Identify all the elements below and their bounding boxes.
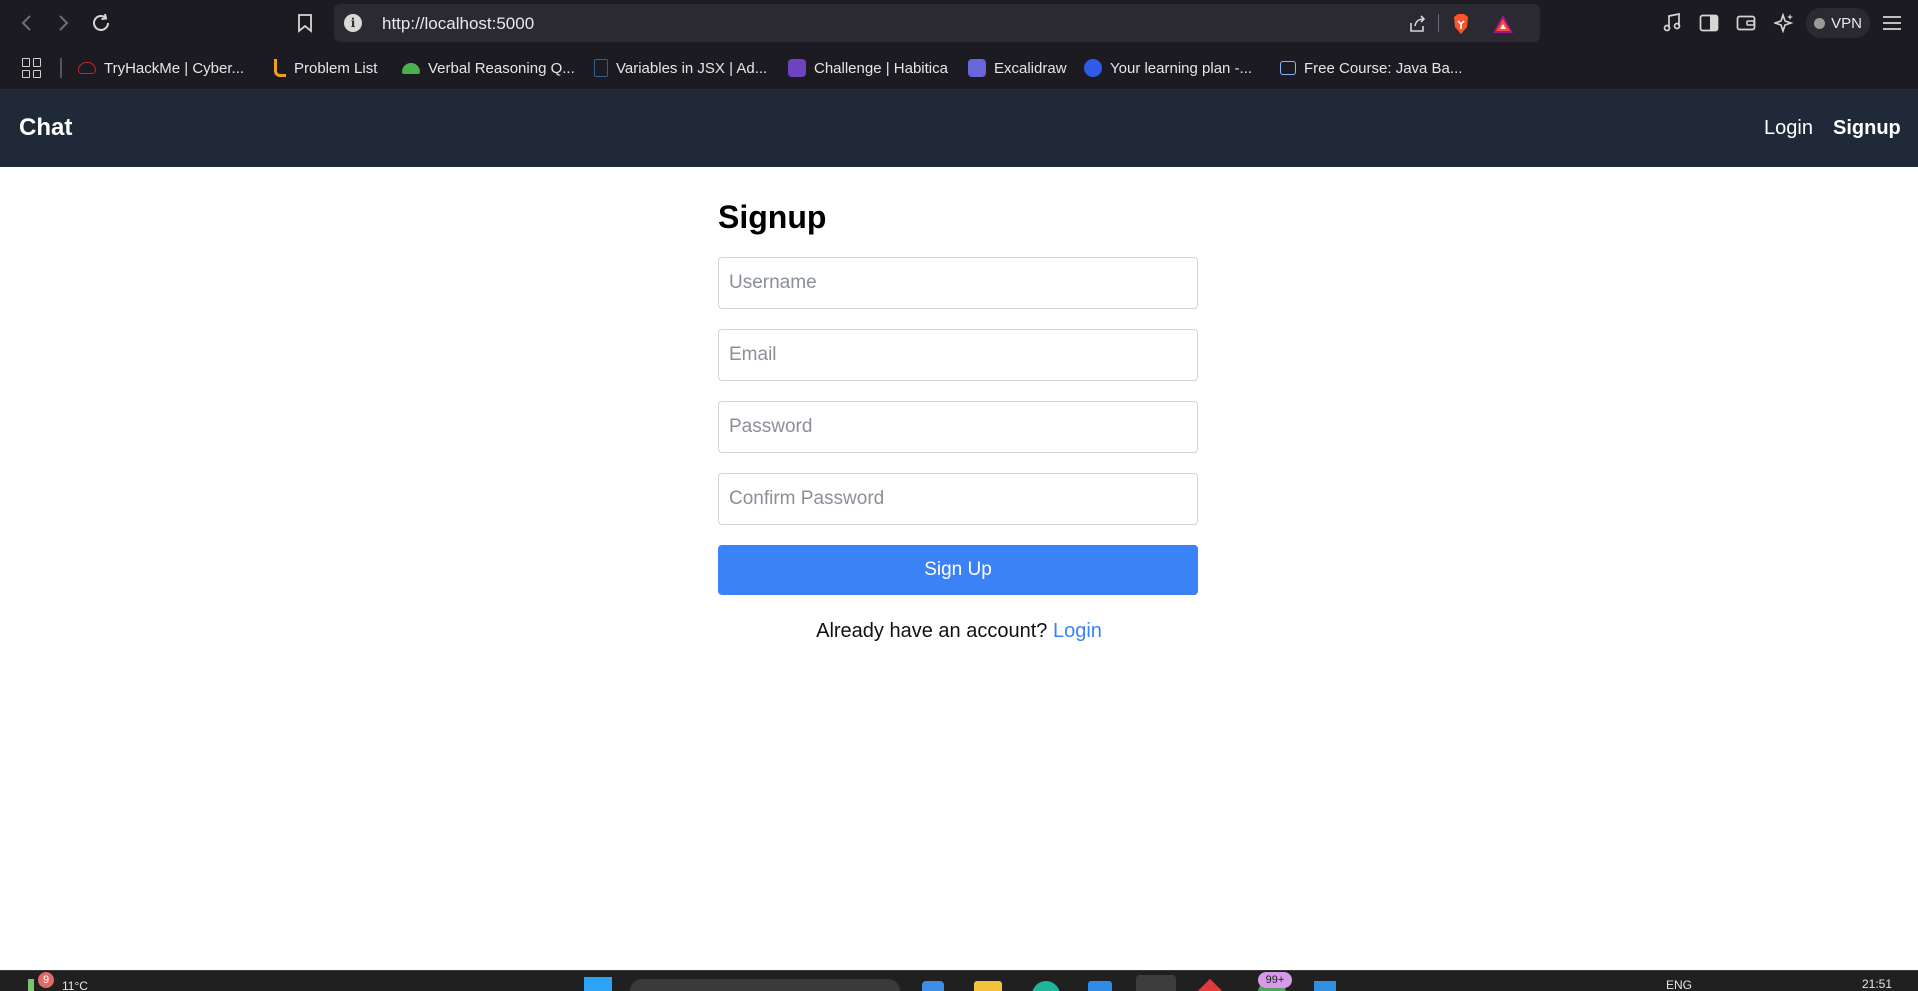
language-indicator[interactable]: ENG <box>1666 978 1692 991</box>
vscode-icon[interactable] <box>1314 981 1336 991</box>
weather-badge: 9 <box>38 972 54 988</box>
leo-ai-icon[interactable] <box>1772 11 1796 35</box>
edge-icon[interactable] <box>1032 981 1060 991</box>
email-field[interactable] <box>718 329 1198 381</box>
bookmark-item[interactable]: Problem List <box>274 57 377 79</box>
address-bar-divider <box>1438 14 1439 32</box>
reload-icon[interactable] <box>88 10 114 36</box>
bookmark-item[interactable]: Variables in JSX | Ad... <box>594 57 767 79</box>
music-icon[interactable] <box>1660 11 1684 35</box>
login-link[interactable]: Login <box>1053 620 1102 642</box>
login-prompt: Already have an account? Login <box>718 620 1200 643</box>
brave-rewards-icon[interactable] <box>1492 13 1514 35</box>
brave-taskbar-icon[interactable] <box>1136 975 1176 991</box>
share-icon[interactable] <box>1406 13 1428 35</box>
confirm-password-field[interactable] <box>718 473 1198 525</box>
signup-form: Signup Sign Up Already have an account? … <box>718 196 1200 643</box>
excalidraw-icon <box>968 59 986 77</box>
browser-toolbar: i http://localhost:5000 VPN <box>0 0 1918 46</box>
taskbar: 9 11°C 99+ ENG 21:51 <box>0 970 1918 991</box>
forward-icon[interactable] <box>50 10 76 36</box>
bookmark-item[interactable]: Excalidraw <box>968 57 1067 79</box>
cloud-icon <box>78 62 96 74</box>
vpn-status-icon <box>1814 17 1826 29</box>
signup-button[interactable]: Sign Up <box>718 545 1198 595</box>
login-prompt-text: Already have an account? <box>816 620 1048 642</box>
bookmark-item[interactable]: Your learning plan -... <box>1084 57 1252 79</box>
bookmark-icon[interactable] <box>292 10 318 36</box>
leetcode-icon <box>274 59 286 77</box>
sidebar-icon[interactable] <box>1697 11 1721 35</box>
nav-signup-link[interactable]: Signup <box>1833 117 1901 140</box>
site-info-icon[interactable]: i <box>344 14 362 32</box>
bookmarks-bar: TryHackMe | Cyber... Problem List Verbal… <box>0 46 1918 90</box>
app-navbar: Chat Login Signup <box>0 90 1918 167</box>
nav-login-link[interactable]: Login <box>1764 117 1813 140</box>
temperature-text[interactable]: 11°C <box>62 979 88 991</box>
brand-logo[interactable]: Chat <box>19 114 72 142</box>
address-bar[interactable]: i http://localhost:5000 <box>334 4 1540 42</box>
taskbar-app-icon[interactable] <box>922 981 944 991</box>
bookmark-item[interactable]: Challenge | Habitica <box>788 57 948 79</box>
clock-time[interactable]: 21:51 <box>1862 977 1892 991</box>
bookmark-item[interactable]: Free Course: Java Ba... <box>1280 57 1462 79</box>
password-field[interactable] <box>718 401 1198 453</box>
course-icon <box>1280 61 1296 75</box>
habitica-icon <box>788 59 806 77</box>
umbrella-icon <box>402 62 420 74</box>
username-field[interactable] <box>718 257 1198 309</box>
bookmark-item[interactable]: Verbal Reasoning Q... <box>402 57 575 79</box>
vpn-label: VPN <box>1831 14 1862 32</box>
page-title: Signup <box>718 199 827 235</box>
store-icon[interactable] <box>1088 981 1112 991</box>
apps-grid-icon[interactable] <box>22 58 42 78</box>
wallet-icon[interactable] <box>1734 11 1758 35</box>
search-bar[interactable] <box>630 979 900 991</box>
back-icon[interactable] <box>14 10 40 36</box>
bookmark-item[interactable]: TryHackMe | Cyber... <box>78 57 244 79</box>
weather-icon[interactable] <box>28 979 34 991</box>
coursera-icon <box>1084 59 1102 77</box>
file-explorer-icon[interactable] <box>974 981 1002 991</box>
brave-shields-icon[interactable] <box>1450 13 1472 35</box>
vpn-button[interactable]: VPN <box>1806 8 1870 38</box>
url-text[interactable]: http://localhost:5000 <box>382 14 534 34</box>
menu-icon[interactable] <box>1880 11 1904 35</box>
code-file-icon <box>594 59 608 77</box>
start-icon[interactable] <box>584 977 612 991</box>
git-icon[interactable] <box>1195 978 1225 991</box>
notification-badge: 99+ <box>1258 972 1292 988</box>
bookmarks-divider <box>60 58 62 78</box>
